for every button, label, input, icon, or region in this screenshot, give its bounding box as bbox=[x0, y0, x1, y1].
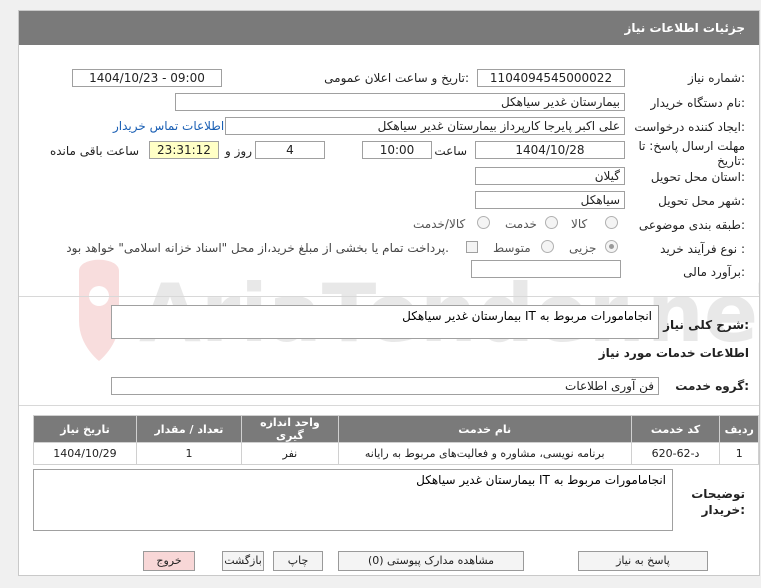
province-label: استان محل تحویل: bbox=[650, 170, 745, 184]
city-label: شهر محل تحویل: bbox=[658, 194, 745, 208]
deadline-label-1: مهلت ارسال پاسخ: تا bbox=[638, 139, 745, 153]
estimate-field bbox=[471, 260, 621, 278]
need-summary-label: شرح کلی نیاز: bbox=[663, 318, 749, 332]
section-divider-2 bbox=[19, 405, 759, 406]
col-service-code: کد خدمت bbox=[630, 415, 721, 443]
exit-button[interactable]: خروج bbox=[143, 551, 195, 571]
deadline-label-2: تاریخ: bbox=[717, 154, 745, 168]
process-option-minor: جزیی bbox=[569, 241, 597, 255]
buyer-notes-label-1: توضیحات bbox=[691, 487, 745, 501]
panel-header: جزئیات اطلاعات نیاز bbox=[19, 11, 759, 45]
treasury-payment-note: پرداخت تمام یا بخشی از مبلغ خرید،از محل … bbox=[66, 241, 449, 255]
need-number-field: 1104094545000022 bbox=[477, 69, 625, 87]
category-radio-service[interactable] bbox=[545, 216, 558, 229]
buyer-org-field: بیمارستان غدیر سیاهکل bbox=[175, 93, 625, 111]
treasury-payment-checkbox[interactable] bbox=[466, 241, 478, 253]
process-radio-medium[interactable] bbox=[541, 240, 554, 253]
requester-field: علی اکبر پایرجا کارپرداز بیمارستان غدیر … bbox=[225, 117, 625, 135]
days-label: روز و bbox=[225, 144, 252, 158]
details-panel: جزئیات اطلاعات نیاز AriaTender.neT شماره… bbox=[18, 10, 760, 576]
remaining-label: ساعت باقی مانده bbox=[49, 144, 139, 158]
category-radio-goods-service[interactable] bbox=[477, 216, 490, 229]
col-service-name: نام خدمت bbox=[337, 415, 632, 443]
process-radio-minor[interactable] bbox=[605, 240, 618, 253]
col-unit: واحد اندازه گیری bbox=[240, 415, 339, 443]
cell-need-date: 1404/10/29 bbox=[33, 442, 137, 465]
cell-quantity: 1 bbox=[135, 442, 242, 465]
col-quantity: تعداد / مقدار bbox=[135, 415, 242, 443]
deadline-date-field: 1404/10/28 bbox=[475, 141, 625, 159]
reply-button[interactable]: پاسخ به نیاز bbox=[578, 551, 708, 571]
city-field: سیاهکل bbox=[475, 191, 625, 209]
table-row[interactable]: 1 د-62-620 برنامه نویسی، مشاوره و فعالیت… bbox=[33, 442, 759, 465]
category-option-service: خدمت bbox=[505, 217, 537, 231]
services-table: ردیف کد خدمت نام خدمت واحد اندازه گیری ت… bbox=[33, 415, 759, 465]
announce-field: 1404/10/23 - 09:00 bbox=[72, 69, 222, 87]
process-option-medium: متوسط bbox=[493, 241, 531, 255]
services-section-title: اطلاعات خدمات مورد نیاز bbox=[598, 346, 749, 360]
col-row: ردیف bbox=[719, 415, 759, 443]
need-number-label: شماره نیاز: bbox=[687, 71, 745, 85]
buyer-notes-label-2: خریدار: bbox=[701, 503, 745, 517]
remaining-time-field: 23:31:12 bbox=[149, 141, 219, 159]
requester-label: ایجاد کننده درخواست: bbox=[634, 120, 745, 134]
category-option-goods: کالا bbox=[571, 217, 588, 231]
buyer-notes-textarea[interactable] bbox=[33, 469, 673, 531]
category-option-goods-service: کالا/خدمت bbox=[413, 217, 466, 231]
time-label: ساعت bbox=[434, 144, 467, 158]
days-field: 4 bbox=[255, 141, 325, 159]
section-divider bbox=[19, 296, 759, 297]
buyer-contact-link[interactable]: اطلاعات تماس خریدار bbox=[113, 119, 224, 133]
deadline-time-field: 10:00 bbox=[362, 141, 432, 159]
attachments-button[interactable]: مشاهده مدارک پیوستی (0) bbox=[338, 551, 524, 571]
col-need-date: تاریخ نیاز bbox=[33, 415, 137, 443]
need-summary-textarea[interactable] bbox=[111, 305, 659, 339]
estimate-label: برآورد مالی: bbox=[683, 265, 745, 279]
announce-label: تاریخ و ساعت اعلان عمومی: bbox=[324, 71, 469, 85]
cell-unit: نفر bbox=[240, 442, 339, 465]
cell-service-code: د-62-620 bbox=[630, 442, 721, 465]
process-label: نوع فرآیند خرید : bbox=[660, 242, 745, 256]
back-button[interactable]: بازگشت bbox=[222, 551, 264, 571]
panel-title: جزئیات اطلاعات نیاز bbox=[624, 21, 745, 35]
cell-row: 1 bbox=[719, 442, 759, 465]
service-group-label: گروه خدمت: bbox=[675, 379, 749, 393]
cell-service-name: برنامه نویسی، مشاوره و فعالیت‌های مربوط … bbox=[337, 442, 632, 465]
table-header-row: ردیف کد خدمت نام خدمت واحد اندازه گیری ت… bbox=[33, 415, 759, 443]
category-radio-goods[interactable] bbox=[605, 216, 618, 229]
province-field: گیلان bbox=[475, 167, 625, 185]
category-label: طبقه بندی موضوعی: bbox=[638, 218, 745, 232]
print-button[interactable]: چاپ bbox=[273, 551, 323, 571]
buyer-org-label: نام دستگاه خریدار: bbox=[650, 96, 746, 110]
service-group-field: فن آوری اطلاعات bbox=[111, 377, 659, 395]
